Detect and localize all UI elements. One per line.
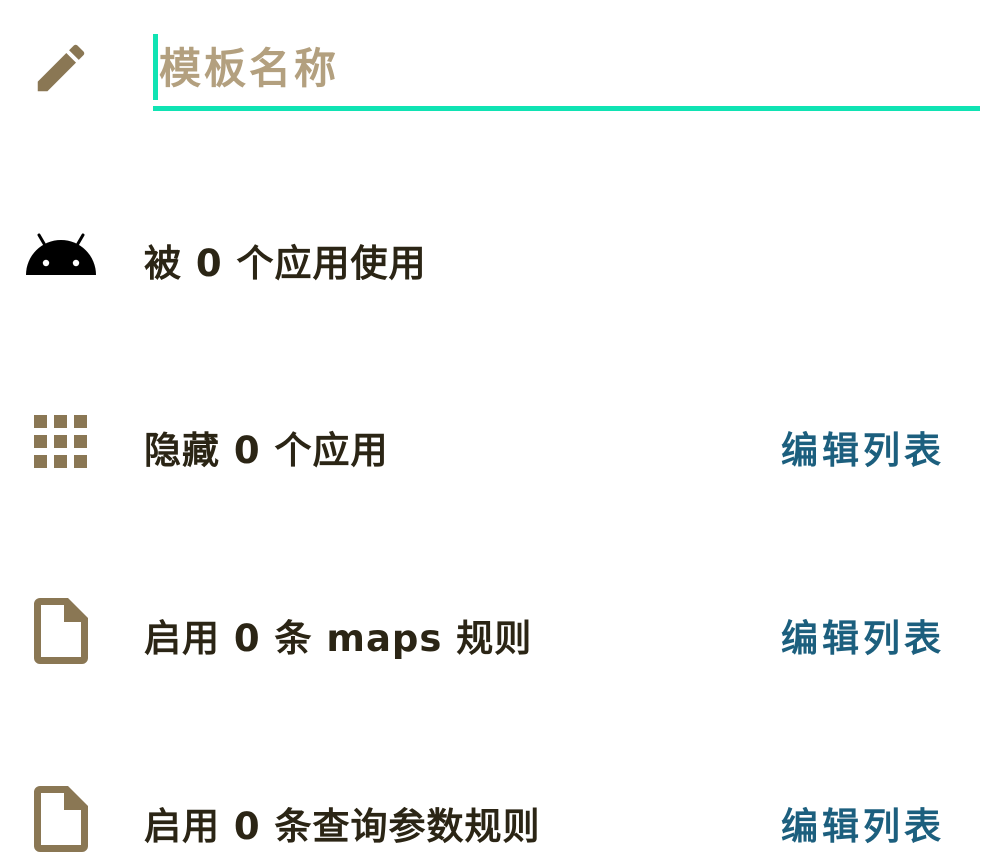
document-icon <box>22 784 100 854</box>
hidden-apps-label: 隐藏 0 个应用 <box>144 429 389 472</box>
input-underline <box>153 106 980 111</box>
template-name-field[interactable] <box>153 32 980 112</box>
template-name-input[interactable] <box>153 32 980 104</box>
maps-rules-row: 启用 0 条 maps 规则 编辑列表 <box>0 590 990 670</box>
text-cursor <box>153 34 158 100</box>
edit-maps-rules-list-button[interactable]: 编辑列表 <box>781 608 945 662</box>
maps-rules-label: 启用 0 条 maps 规则 <box>144 617 533 660</box>
android-icon <box>22 225 100 285</box>
hidden-apps-row: 隐藏 0 个应用 编辑列表 <box>0 400 990 480</box>
used-by-apps-row: 被 0 个应用使用 <box>0 215 990 295</box>
query-param-rules-label: 启用 0 条查询参数规则 <box>144 805 541 848</box>
template-name-row <box>0 20 990 120</box>
query-param-rules-row: 启用 0 条查询参数规则 编辑列表 <box>0 778 990 858</box>
used-by-apps-label: 被 0 个应用使用 <box>144 242 427 285</box>
edit-hidden-apps-list-button[interactable]: 编辑列表 <box>781 420 945 474</box>
edit-pencil-icon <box>22 38 100 98</box>
apps-grid-icon <box>22 412 100 472</box>
document-icon <box>22 596 100 666</box>
edit-query-param-rules-list-button[interactable]: 编辑列表 <box>781 796 945 850</box>
